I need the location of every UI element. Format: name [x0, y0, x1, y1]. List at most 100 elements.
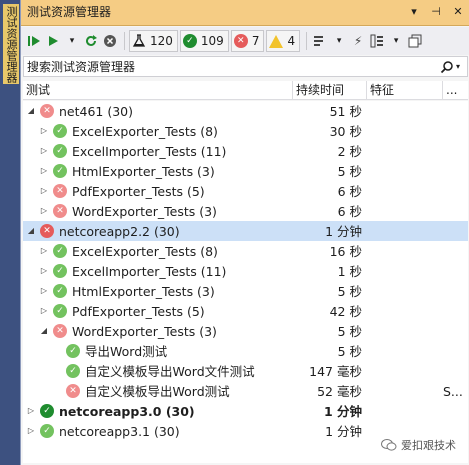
- copy-button[interactable]: [406, 30, 424, 52]
- expand-icon[interactable]: ▷: [39, 265, 49, 277]
- search-box: ▾: [23, 56, 468, 77]
- tree-row-netcoreapp2-2[interactable]: ◢ ✕ netcoreapp2.2 (30) 1 分钟: [23, 221, 468, 241]
- row-name: 自定义模板导出Word测试: [85, 384, 230, 399]
- expand-icon[interactable]: ▷: [39, 185, 49, 197]
- row-duration: 30 秒: [329, 124, 362, 139]
- row-duration: 6 秒: [337, 204, 362, 219]
- expand-icon[interactable]: ▷: [39, 125, 49, 137]
- warning-tests-filter[interactable]: 4: [266, 30, 301, 52]
- row-name: 导出Word测试: [85, 344, 168, 359]
- row-duration: 51 秒: [329, 104, 362, 119]
- run-icon: [49, 36, 58, 46]
- expand-icon[interactable]: ▷: [39, 245, 49, 257]
- collapse-icon[interactable]: ◢: [26, 105, 36, 117]
- row-name: netcoreapp3.1 (30): [59, 424, 180, 439]
- row-name: WordExporter_Tests (3): [72, 324, 217, 339]
- row-name: PdfExporter_Tests (5): [72, 184, 205, 199]
- total-tests-filter[interactable]: 120: [129, 30, 178, 52]
- failed-icon: ✕: [66, 384, 80, 398]
- toolbar-separator: [306, 32, 308, 50]
- tree-row-class[interactable]: ▷ ✓ HtmlExporter_Tests (3) 5 秒: [23, 281, 468, 301]
- row-duration: 1 分钟: [325, 424, 362, 439]
- passed-count: 109: [200, 34, 224, 48]
- search-input[interactable]: [27, 59, 427, 74]
- tree-row-class[interactable]: ▷ ✓ ExcelImporter_Tests (11) 2 秒: [23, 141, 468, 161]
- tree-row-class[interactable]: ▷ ✓ ExcelExporter_Tests (8) 16 秒: [23, 241, 468, 261]
- run-dropdown-button[interactable]: ▾: [63, 30, 81, 52]
- warning-icon: [269, 34, 284, 48]
- column-duration[interactable]: 持续时间: [293, 81, 367, 100]
- tree-row-netcoreapp3-0[interactable]: ▷ ✓ netcoreapp3.0 (30) 1 分钟: [23, 401, 468, 421]
- side-tab-test-explorer[interactable]: 测试资源管理器: [3, 4, 19, 84]
- tree-row-class[interactable]: ▷ ✕ PdfExporter_Tests (5) 6 秒: [23, 181, 468, 201]
- group-by-icon: [370, 34, 384, 48]
- expand-icon[interactable]: ▷: [39, 285, 49, 297]
- tree-row-class[interactable]: ▷ ✕ WordExporter_Tests (3) 6 秒: [23, 201, 468, 221]
- cancel-button[interactable]: [101, 30, 119, 52]
- group-by-button[interactable]: [368, 30, 386, 52]
- pin-icon[interactable]: ⊣: [428, 4, 444, 20]
- flask-icon: [132, 34, 146, 48]
- toolbar-separator: [124, 32, 125, 50]
- tree-row-class[interactable]: ▷ ✓ HtmlExporter_Tests (3) 5 秒: [23, 161, 468, 181]
- collapse-icon[interactable]: ◢: [26, 225, 36, 237]
- failed-icon: ✕: [40, 224, 54, 238]
- search-icon[interactable]: ▾: [437, 58, 463, 75]
- search-dropdown-icon: ▾: [455, 62, 460, 71]
- column-more[interactable]: ...: [443, 81, 468, 100]
- run-after-build-button[interactable]: ⚡: [349, 30, 367, 52]
- expand-icon[interactable]: ▷: [26, 405, 36, 417]
- failed-tests-filter[interactable]: ✕ 7: [230, 30, 265, 52]
- failed-icon: ✕: [53, 184, 67, 198]
- close-icon[interactable]: ✕: [450, 4, 466, 20]
- tree-row-test[interactable]: ✓ 导出Word测试 5 秒: [23, 341, 468, 361]
- expand-icon[interactable]: ▷: [39, 205, 49, 217]
- tree-row-class[interactable]: ◢ ✕ WordExporter_Tests (3) 5 秒: [23, 321, 468, 341]
- tree-row-test[interactable]: ✓ 自定义模板导出Word文件测试 147 毫秒: [23, 361, 468, 381]
- tree-row-class[interactable]: ▷ ✓ PdfExporter_Tests (5) 42 秒: [23, 301, 468, 321]
- passed-icon: ✓: [53, 284, 67, 298]
- row-duration: 5 秒: [337, 164, 362, 179]
- row-name: net461 (30): [59, 104, 134, 119]
- expand-icon[interactable]: ▷: [26, 425, 36, 437]
- column-traits[interactable]: 特征: [367, 81, 443, 100]
- playlist-dropdown-button[interactable]: ▾: [330, 30, 348, 52]
- title-controls: ▾ ⊣ ✕: [406, 4, 466, 20]
- passed-tests-filter[interactable]: ✓ 109: [179, 30, 229, 52]
- row-duration: 1 分钟: [323, 404, 362, 419]
- passed-icon: ✓: [40, 424, 54, 438]
- passed-icon: ✓: [53, 244, 67, 258]
- test-explorer-window: 测试资源管理器 ▾ ⊣ ✕ ▾ 120 ✓ 109 ✕ 7 4 ▾ ⚡ ▾ 搜索…: [20, 0, 469, 465]
- row-duration: 5 秒: [337, 284, 362, 299]
- tree-row-test[interactable]: ✕ 自定义模板导出Word测试 52 毫秒 S...: [23, 381, 468, 401]
- row-duration: 16 秒: [329, 244, 362, 259]
- expand-icon[interactable]: ▷: [39, 165, 49, 177]
- failed-icon: ✕: [233, 34, 248, 48]
- row-duration: 52 毫秒: [317, 384, 362, 399]
- column-header: 测试 持续时间 特征 ...: [23, 81, 468, 100]
- tree-row-class[interactable]: ▷ ✓ ExcelImporter_Tests (11) 1 秒: [23, 261, 468, 281]
- title-bar: 测试资源管理器 ▾ ⊣ ✕: [21, 0, 469, 26]
- row-name: ExcelImporter_Tests (11): [72, 264, 227, 279]
- failed-icon: ✕: [53, 324, 67, 338]
- failed-icon: ✕: [40, 104, 54, 118]
- row-name: ExcelImporter_Tests (11): [72, 144, 227, 159]
- run-button[interactable]: [44, 30, 62, 52]
- column-test[interactable]: 测试: [23, 81, 293, 100]
- toolbar: ▾ 120 ✓ 109 ✕ 7 4 ▾ ⚡ ▾: [21, 27, 469, 55]
- group-by-dropdown-button[interactable]: ▾: [387, 30, 405, 52]
- window-dropdown-icon[interactable]: ▾: [406, 4, 422, 20]
- expand-icon[interactable]: ▷: [39, 145, 49, 157]
- row-name: netcoreapp3.0 (30): [59, 404, 195, 419]
- tree-row-net461[interactable]: ◢ ✕ net461 (30) 51 秒: [23, 101, 468, 121]
- rerun-failed-button[interactable]: [82, 30, 100, 52]
- passed-icon: ✓: [53, 124, 67, 138]
- row-name: netcoreapp2.2 (30): [59, 224, 180, 239]
- tree-row-class[interactable]: ▷ ✓ ExcelExporter_Tests (8) 30 秒: [23, 121, 468, 141]
- row-name: HtmlExporter_Tests (3): [72, 284, 215, 299]
- expand-icon[interactable]: ▷: [39, 305, 49, 317]
- playlist-button[interactable]: [311, 30, 329, 52]
- run-all-button[interactable]: [25, 30, 43, 52]
- collapse-icon[interactable]: ◢: [39, 325, 49, 337]
- playlist-icon: [314, 36, 324, 46]
